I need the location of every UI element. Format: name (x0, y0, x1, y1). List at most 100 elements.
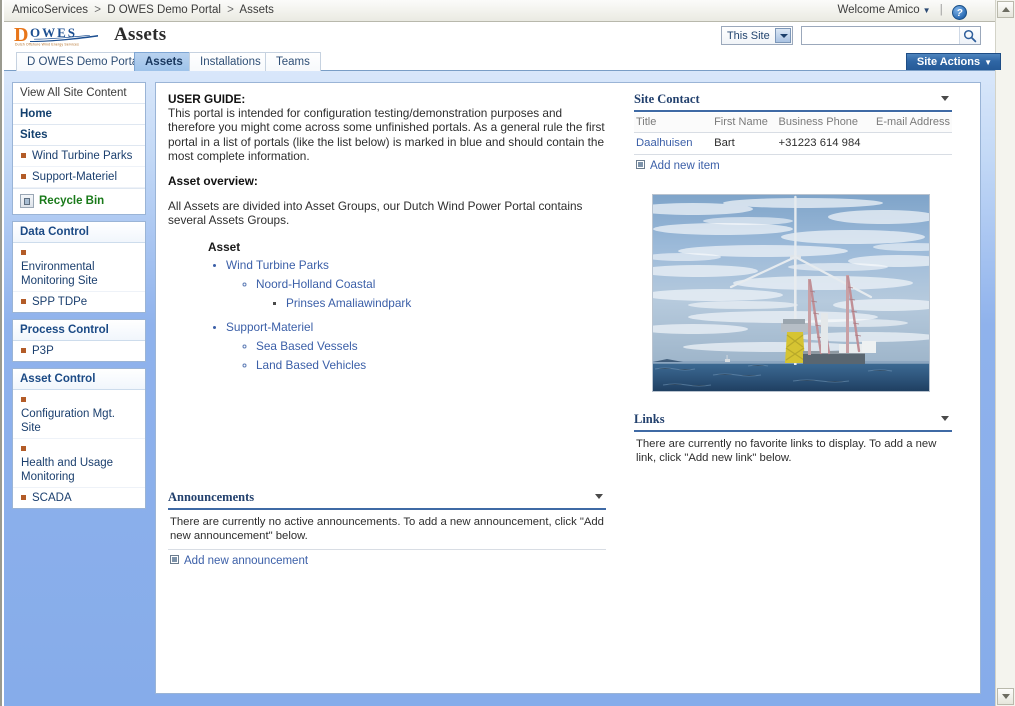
list-item[interactable]: Noord-Holland Coastal Prinses Amaliawind… (256, 277, 606, 310)
sidebar-item-support-materiel[interactable]: Support-Materiel (13, 167, 145, 188)
asset-link-noord-holland-coastal[interactable]: Noord-Holland Coastal (256, 277, 375, 291)
asset-tree-level1: Wind Turbine Parks Noord-Holland Coastal… (208, 258, 606, 372)
add-new-announcement-link[interactable]: Add new announcement (168, 550, 606, 567)
list-item[interactable]: Prinses Amaliawindpark (286, 296, 606, 310)
asset-tree-level3: Prinses Amaliawindpark (256, 296, 606, 310)
announcements-empty-text: There are currently no active announceme… (168, 510, 606, 550)
chevron-down-icon[interactable] (595, 494, 603, 499)
user-guide-text: USER GUIDE: This portal is intended for … (168, 92, 606, 228)
tab-teams[interactable]: Teams (265, 52, 321, 71)
sidebar-item-health-and-usage-monitoring[interactable]: Health and Usage Monitoring (13, 439, 145, 488)
logo-tagline: Dutch Offshore Wind Energy Services (15, 42, 80, 47)
main-content-panel: USER GUIDE: This portal is intended for … (155, 82, 981, 694)
add-new-item-link[interactable]: Add new item (634, 155, 952, 172)
asset-overview-paragraph: All Assets are divided into Asset Groups… (168, 199, 583, 228)
sidebar-item-home[interactable]: Home (13, 104, 145, 125)
vertical-scrollbar[interactable] (995, 0, 1015, 706)
sidebar-item-p3p[interactable]: P3P (13, 341, 145, 361)
sidebar-item-label: Support-Materiel (32, 171, 118, 183)
search-scope-label: This Site (726, 30, 770, 42)
search-button[interactable] (959, 27, 980, 44)
chevron-down-icon[interactable] (941, 96, 949, 101)
tab-assets[interactable]: Assets (134, 52, 194, 71)
column-header-email-address[interactable]: E-mail Address (874, 113, 952, 133)
breadcrumb-item-root[interactable]: AmicoServices (12, 4, 88, 16)
breadcrumb-item-portal[interactable]: D OWES Demo Portal (107, 4, 221, 16)
asset-link-land-based-vehicles[interactable]: Land Based Vehicles (256, 358, 366, 372)
welcome-user-label: Welcome Amico (837, 4, 920, 16)
content-left-column: USER GUIDE: This portal is intended for … (168, 92, 606, 377)
asset-tree-level2: Noord-Holland Coastal Prinses Amaliawind… (226, 277, 606, 310)
tab-d-owes-demo-portal[interactable]: D OWES Demo Portal (16, 52, 152, 71)
asset-overview-heading: Asset overview: (168, 174, 258, 189)
sidebar-group-title[interactable]: Data Control (13, 222, 145, 243)
sidebar-item-environmental-monitoring-site[interactable]: Environmental Monitoring Site (13, 243, 145, 292)
sidebar-group-title[interactable]: Process Control (13, 320, 145, 341)
column-header-business-phone[interactable]: Business Phone (776, 113, 875, 133)
list-item[interactable]: Sea Based Vessels (256, 339, 606, 353)
top-navigation-tabs: D OWES Demo Portal Assets Installations … (4, 52, 995, 71)
scroll-down-button[interactable] (997, 688, 1014, 705)
bullet-icon (21, 174, 26, 179)
announcements-title: Announcements (168, 490, 255, 504)
asset-link-prinses-amaliawindpark[interactable]: Prinses Amaliawindpark (286, 296, 411, 310)
help-icon[interactable]: ? (952, 5, 967, 20)
column-header-title[interactable]: Title (634, 113, 713, 133)
site-contact-title: Site Contact (634, 92, 700, 106)
tab-installations[interactable]: Installations (189, 52, 272, 71)
sidebar-item-configuration-mgt-site[interactable]: Configuration Mgt. Site (13, 390, 145, 439)
cell-title[interactable]: Daalhuisen (634, 132, 713, 155)
search-input[interactable] (802, 27, 960, 44)
scroll-up-button[interactable] (997, 1, 1014, 18)
sidebar-item-label: Health and Usage Monitoring (21, 457, 114, 483)
bullet-icon (21, 348, 26, 353)
breadcrumb-separator: > (94, 4, 101, 16)
chevron-down-icon: ▼ (984, 58, 992, 67)
chevron-down-icon: ▼ (922, 6, 931, 15)
sidebar-header-sites[interactable]: Sites (13, 125, 145, 146)
site-contact-webpart: Site Contact Title First Name Business P… (634, 92, 952, 172)
site-actions-label: Site Actions (916, 56, 981, 68)
cell-business-phone: +31223 614 984 (776, 132, 875, 155)
search-box[interactable] (801, 26, 981, 45)
sidebar-group-asset-control: Asset Control Configuration Mgt. Site He… (12, 368, 146, 509)
sidebar-item-spp-tdpe[interactable]: SPP TDPe (13, 292, 145, 312)
asset-link-sea-based-vessels[interactable]: Sea Based Vessels (256, 339, 358, 353)
sidebar-item-view-all-site-content[interactable]: View All Site Content (13, 83, 145, 104)
breadcrumb-bar: AmicoServices > D OWES Demo Portal > Ass… (4, 0, 995, 22)
asset-link-wind-turbine-parks[interactable]: Wind Turbine Parks (226, 258, 329, 272)
offshore-turbine-photo (652, 194, 930, 392)
sidebar-item-wind-turbine-parks[interactable]: Wind Turbine Parks (13, 146, 145, 167)
quick-launch-navigation: View All Site Content Home Sites Wind Tu… (12, 82, 146, 515)
search-area: This Site (720, 26, 981, 46)
sidebar-item-label: P3P (32, 345, 54, 357)
dowes-logo[interactable]: D OWES Dutch Offshore Wind Energy Servic… (14, 24, 110, 50)
bullet-icon (21, 250, 26, 255)
sidebar-item-scada[interactable]: SCADA (13, 488, 145, 508)
breadcrumb-separator: > (227, 4, 234, 16)
asset-link-support-materiel[interactable]: Support-Materiel (226, 320, 313, 334)
sidebar-group-title[interactable]: Asset Control (13, 369, 145, 390)
chevron-down-icon[interactable] (774, 28, 791, 43)
sidebar-group-data-control: Data Control Environmental Monitoring Si… (12, 221, 146, 313)
site-actions-button[interactable]: Site Actions ▼ (905, 53, 1001, 70)
add-new-announcement-label: Add new announcement (184, 555, 309, 567)
welcome-user-menu[interactable]: Welcome Amico ▼ (837, 4, 933, 16)
sidebar-item-label: Configuration Mgt. Site (21, 408, 115, 434)
list-item[interactable]: Land Based Vehicles (256, 358, 606, 372)
bullet-icon (21, 446, 26, 451)
search-scope-select[interactable]: This Site (720, 26, 793, 45)
sidebar-item-recycle-bin[interactable]: Recycle Bin (13, 188, 145, 214)
links-empty-text: There are currently no favorite links to… (636, 438, 937, 464)
site-contact-title-row: Site Contact (634, 92, 952, 112)
chevron-down-icon[interactable] (941, 416, 949, 421)
sidebar-item-label: Environmental Monitoring Site (21, 261, 98, 287)
list-item[interactable]: Support-Materiel Sea Based Vessels Land … (226, 320, 606, 372)
content-right-column: Site Contact Title First Name Business P… (634, 92, 952, 471)
list-item[interactable]: Wind Turbine Parks Noord-Holland Coastal… (226, 258, 606, 310)
announcements-webpart: Announcements There are currently no act… (168, 490, 606, 567)
page-title: Assets (114, 24, 167, 45)
column-header-first-name[interactable]: First Name (712, 113, 777, 133)
asset-tree: Asset Wind Turbine Parks Noord-Holland C… (168, 240, 606, 372)
bullet-icon (21, 153, 26, 158)
